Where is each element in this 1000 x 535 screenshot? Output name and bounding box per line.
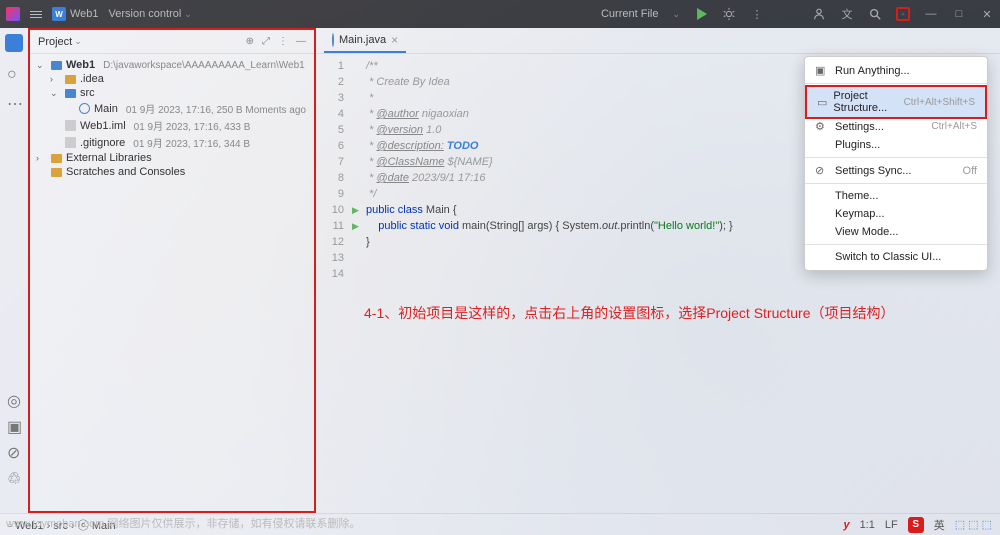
watermark-text: www.toymoban.com 网络图片仅供展示，非存储，如有侵权请联系删除。 — [6, 515, 360, 531]
structure-tool-button[interactable]: ⋯ — [7, 94, 21, 108]
menu-keymap[interactable]: Keymap... — [805, 205, 987, 223]
settings-popup-menu: ▣Run Anything... ▭Project Structure...Ct… — [804, 56, 988, 271]
commit-tool-button[interactable]: ○ — [7, 66, 21, 80]
ime-label[interactable]: 英 — [934, 517, 945, 533]
chevron-down-icon: ⌄ — [74, 36, 82, 47]
select-opened-icon[interactable]: ⊕ — [246, 36, 254, 47]
menu-run-anything[interactable]: ▣Run Anything... — [805, 61, 987, 80]
menu-project-structure[interactable]: ▭Project Structure...Ctrl+Alt+Shift+S — [805, 85, 987, 119]
tree-folder-src[interactable]: ⌄src — [36, 86, 308, 100]
menu-theme[interactable]: Theme... — [805, 187, 987, 205]
expand-all-icon[interactable]: ⤢ — [262, 36, 270, 47]
tutorial-annotation: 4-1、初始项目是这样的，点击右上角的设置图标，选择Project Struct… — [364, 303, 895, 323]
close-tab-icon[interactable]: × — [391, 33, 398, 47]
editor-tab-main[interactable]: Main.java × — [324, 28, 406, 53]
main-menu-button[interactable] — [30, 11, 42, 18]
titlebar: W Web1 Version control ⌄ Current File ⌄ … — [0, 0, 1000, 28]
settings-icon[interactable]: ⋮ — [278, 36, 288, 47]
menu-settings-sync[interactable]: ⊘Settings Sync...Off — [805, 161, 987, 180]
code-with-me-icon[interactable] — [812, 7, 826, 21]
services-tool-button[interactable]: ◎ — [7, 391, 21, 405]
debug-button[interactable] — [722, 7, 736, 21]
project-panel: Project ⌄ ⊕ ⤢ ⋮ — ⌄Web1D:\javaworkspace\… — [28, 28, 316, 513]
project-tree[interactable]: ⌄Web1D:\javaworkspace\AAAAAAAAA_Learn\We… — [30, 54, 314, 511]
translate-icon[interactable]: 文 — [840, 7, 854, 21]
menu-classic-ui[interactable]: Switch to Classic UI... — [805, 248, 987, 266]
ime-badge[interactable]: S — [908, 517, 924, 533]
problems-tool-button[interactable]: ⊘ — [7, 443, 21, 457]
project-icon: W — [52, 7, 66, 21]
hide-icon[interactable]: — — [296, 36, 306, 47]
maximize-button[interactable]: □ — [952, 7, 966, 21]
terminal-tool-button[interactable]: ▣ — [7, 417, 21, 431]
tray-icons[interactable]: ⬚ ⬚ ⬚ — [955, 518, 992, 531]
vcs-widget[interactable]: Version control ⌄ — [109, 8, 192, 20]
project-panel-header[interactable]: Project ⌄ ⊕ ⤢ ⋮ — — [30, 30, 314, 54]
tree-file-iml[interactable]: Web1.iml01 9月 2023, 17:16, 433 B — [36, 117, 308, 134]
run-config[interactable]: Current File — [601, 8, 658, 20]
menu-plugins[interactable]: Plugins... — [805, 136, 987, 154]
project-panel-title: Project — [38, 36, 72, 48]
more-button[interactable]: ⋮ — [750, 7, 764, 21]
project-tool-button[interactable] — [5, 34, 23, 52]
project-selector[interactable]: W Web1 — [52, 7, 99, 21]
project-name: Web1 — [70, 8, 99, 20]
settings-gear-button[interactable] — [896, 7, 910, 21]
run-gutter: ▶▶ — [352, 58, 366, 513]
left-tool-rail: ○ ⋯ ◎ ▣ ⊘ ♲ — [0, 28, 28, 513]
youdao-icon[interactable]: y — [843, 519, 849, 531]
run-button[interactable] — [694, 7, 708, 21]
menu-settings[interactable]: ⚙Settings...Ctrl+Alt+S — [805, 117, 987, 136]
line-ending[interactable]: LF — [885, 519, 898, 531]
caret-position[interactable]: 1:1 — [860, 519, 875, 531]
minimize-button[interactable]: — — [924, 7, 938, 21]
tree-root[interactable]: ⌄Web1D:\javaworkspace\AAAAAAAAA_Learn\We… — [36, 58, 308, 72]
tab-label: Main.java — [339, 34, 386, 46]
tree-folder-idea[interactable]: ›.idea — [36, 72, 308, 86]
tree-file-gitignore[interactable]: .gitignore01 9月 2023, 17:16, 344 B — [36, 134, 308, 151]
tree-file-main[interactable]: Main01 9月 2023, 17:16, 250 B Moments ago — [36, 100, 308, 117]
tree-external-libs[interactable]: ›External Libraries — [36, 151, 308, 165]
vcs-tool-button[interactable]: ♲ — [7, 469, 21, 483]
menu-view-mode[interactable]: View Mode... — [805, 223, 987, 241]
editor-tabs: Main.java × — [316, 28, 1000, 54]
close-window-button[interactable]: ✕ — [980, 7, 994, 21]
line-gutter: 1234567891011121314 — [316, 58, 352, 513]
tree-scratches[interactable]: Scratches and Consoles — [36, 165, 308, 179]
search-icon[interactable] — [868, 7, 882, 21]
ide-logo-icon — [6, 7, 20, 21]
